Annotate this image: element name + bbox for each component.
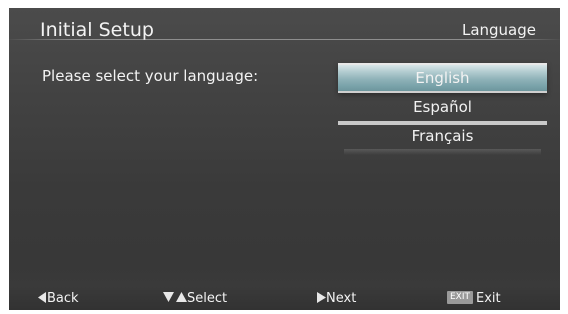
footer-bar: Back Select Next EXIT Exit	[9, 286, 560, 310]
back-hint[interactable]: Back	[38, 290, 79, 307]
header-divider	[9, 39, 560, 40]
language-option-francais[interactable]: Français	[338, 121, 547, 155]
select-label: Select	[187, 291, 228, 306]
next-hint[interactable]: Next	[317, 290, 356, 307]
select-hint[interactable]: Select	[163, 290, 227, 307]
right-triangle-icon	[317, 292, 326, 303]
next-label: Next	[326, 291, 357, 306]
language-list: English Español Français	[338, 63, 547, 155]
exit-key-icon: EXIT	[447, 291, 474, 304]
language-prompt: Please select your language:	[42, 67, 259, 85]
section-name: Language	[461, 21, 536, 39]
exit-hint[interactable]: EXIT Exit	[447, 290, 501, 307]
language-option-english[interactable]: English	[338, 63, 547, 93]
exit-label: Exit	[476, 291, 501, 306]
setup-screen: Initial Setup Language Please select you…	[9, 8, 560, 310]
back-label: Back	[47, 291, 79, 306]
left-triangle-icon	[38, 292, 46, 303]
up-down-triangle-icon	[163, 292, 187, 302]
language-option-espanol[interactable]: Español	[338, 93, 547, 121]
